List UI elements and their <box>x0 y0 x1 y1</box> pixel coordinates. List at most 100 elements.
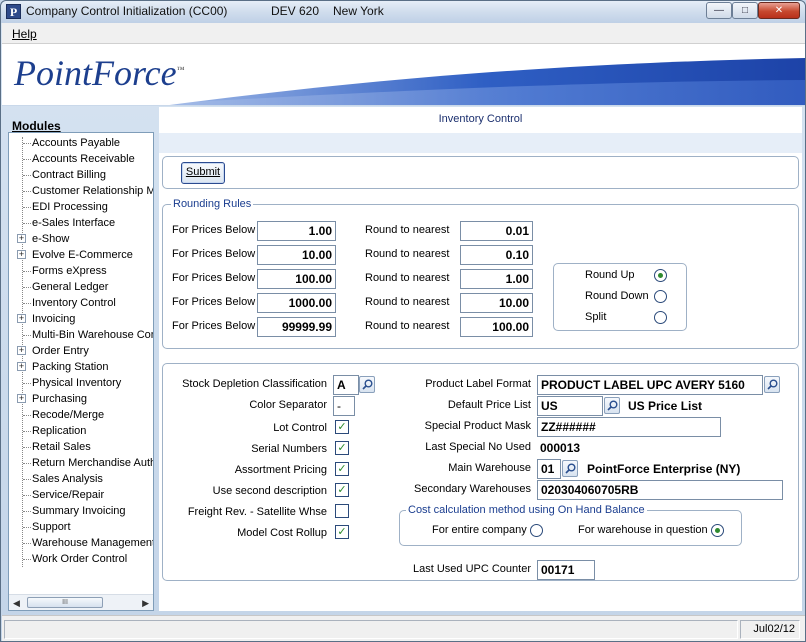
rounding-mode-round-down-radio[interactable] <box>654 290 667 303</box>
sidebar-item-support[interactable]: Support <box>9 519 153 535</box>
round-nearest-input[interactable]: 1.00 <box>460 269 533 289</box>
product-label-format-label: Product Label Format <box>425 378 531 390</box>
sidebar-item-multi-bin-warehouse-control[interactable]: Multi-Bin Warehouse Control <box>9 327 153 343</box>
color-separator-input[interactable]: - <box>333 396 355 416</box>
expand-icon[interactable]: + <box>17 362 26 371</box>
secondary-warehouses-label: Secondary Warehouses <box>414 483 531 495</box>
modules-horizontal-scrollbar[interactable]: ◀ III ▶ <box>9 594 153 610</box>
sidebar-item-summary-invoicing[interactable]: Summary Invoicing <box>9 503 153 519</box>
sidebar-item-label: Accounts Receivable <box>32 153 135 165</box>
price-threshold-label: For Prices Below <box>172 224 256 236</box>
rounding-mode-split-radio[interactable] <box>654 311 667 324</box>
app-window: P Company Control Initialization (CC00) … <box>0 0 806 642</box>
sidebar-item-accounts-payable[interactable]: Accounts Payable <box>9 135 153 151</box>
menu-help[interactable]: Help <box>12 27 37 41</box>
scroll-right-icon[interactable]: ▶ <box>142 598 149 609</box>
sidebar-item-label: Replication <box>32 425 87 437</box>
default-price-list-input[interactable]: US <box>537 396 603 416</box>
sidebar-item-inventory-control[interactable]: Inventory Control <box>9 295 153 311</box>
sidebar-item-label: e-Show <box>32 233 70 245</box>
expand-icon[interactable]: + <box>17 314 26 323</box>
serial-numbers-label: Serial Numbers <box>251 443 327 455</box>
sidebar-item-packing-station[interactable]: + Packing Station <box>9 359 153 375</box>
sidebar-item-replication[interactable]: Replication <box>9 423 153 439</box>
sidebar-item-label: Packing Station <box>32 361 109 373</box>
rounding-mode-round-up-radio[interactable] <box>654 269 667 282</box>
sidebar-item-order-entry[interactable]: + Order Entry <box>9 343 153 359</box>
sidebar-item-e-show[interactable]: + e-Show <box>9 231 153 247</box>
product-label-format-lookup-button[interactable] <box>764 376 780 393</box>
round-nearest-input[interactable]: 0.10 <box>460 245 533 265</box>
price-threshold-input[interactable]: 10.00 <box>257 245 336 265</box>
minimize-button[interactable]: — <box>706 2 732 19</box>
default-price-list-lookup-button[interactable] <box>604 397 620 414</box>
sidebar-item-label: General Ledger <box>32 281 109 293</box>
special-product-mask-input[interactable]: ZZ###### <box>537 417 721 437</box>
maximize-button[interactable]: □ <box>732 2 758 19</box>
lot-control-checkbox[interactable]: ✓ <box>335 420 349 434</box>
secondary-warehouses-input[interactable]: 020304060705RB <box>537 480 783 500</box>
sidebar-item-service-repair[interactable]: Service/Repair <box>9 487 153 503</box>
sidebar-item-edi-processing[interactable]: EDI Processing <box>9 199 153 215</box>
sidebar-item-invoicing[interactable]: + Invoicing <box>9 311 153 327</box>
price-threshold-input[interactable]: 1.00 <box>257 221 336 241</box>
close-button[interactable]: ✕ <box>758 2 800 19</box>
cost-calculation-group: Cost calculation method using On Hand Ba… <box>399 504 742 546</box>
round-nearest-input[interactable]: 100.00 <box>460 317 533 337</box>
sidebar-item-forms-express[interactable]: Forms eXpress <box>9 263 153 279</box>
menu-bar: Help <box>2 23 805 44</box>
tree-branch-line <box>23 479 31 480</box>
cost-option-warehouse-radio[interactable] <box>711 524 724 537</box>
model-cost-rollup-checkbox[interactable]: ✓ <box>335 525 349 539</box>
sidebar-item-label: Summary Invoicing <box>32 505 126 517</box>
expand-icon[interactable]: + <box>17 346 26 355</box>
use-second-description-checkbox[interactable]: ✓ <box>335 483 349 497</box>
sidebar-item-retail-sales[interactable]: Retail Sales <box>9 439 153 455</box>
tree-branch-line <box>23 223 31 224</box>
expand-icon[interactable]: + <box>17 234 26 243</box>
main-warehouse-input[interactable]: 01 <box>537 459 561 479</box>
close-icon: ✕ <box>774 5 784 16</box>
round-nearest-input[interactable]: 10.00 <box>460 293 533 313</box>
sidebar-item-return-merchandise-authorization[interactable]: Return Merchandise Authorization <box>9 455 153 471</box>
sidebar-item-sales-analysis[interactable]: Sales Analysis <box>9 471 153 487</box>
expand-icon[interactable]: + <box>17 394 26 403</box>
scroll-left-icon[interactable]: ◀ <box>13 598 20 609</box>
sidebar-item-customer-relationship-mgmt[interactable]: Customer Relationship Mgmt <box>9 183 153 199</box>
stock-depletion-lookup-button[interactable] <box>359 376 375 393</box>
sidebar-item-e-sales-interface[interactable]: e-Sales Interface <box>9 215 153 231</box>
submit-button[interactable]: Submit <box>181 162 225 184</box>
scrollbar-thumb[interactable]: III <box>27 597 103 608</box>
assortment-pricing-checkbox[interactable]: ✓ <box>335 462 349 476</box>
tree-branch-line <box>23 543 31 544</box>
stock-depletion-input[interactable]: A <box>333 375 359 395</box>
sidebar-item-label: EDI Processing <box>32 201 108 213</box>
stock-depletion-label: Stock Depletion Classification <box>182 378 327 390</box>
sidebar-item-general-ledger[interactable]: General Ledger <box>9 279 153 295</box>
sidebar-item-evolve-e-commerce[interactable]: + Evolve E-Commerce <box>9 247 153 263</box>
sidebar-item-recode-merge[interactable]: Recode/Merge <box>9 407 153 423</box>
main-warehouse-lookup-button[interactable] <box>562 460 578 477</box>
sidebar-item-accounts-receivable[interactable]: Accounts Receivable <box>9 151 153 167</box>
round-nearest-label: Round to nearest <box>365 296 450 308</box>
round-nearest-input[interactable]: 0.01 <box>460 221 533 241</box>
environment-label: DEV 620 <box>271 4 320 18</box>
sidebar-item-label: Customer Relationship Mgmt <box>32 185 153 197</box>
price-threshold-input[interactable]: 100.00 <box>257 269 336 289</box>
last-upc-counter-input[interactable]: 00171 <box>537 560 595 580</box>
sidebar-item-physical-inventory[interactable]: Physical Inventory <box>9 375 153 391</box>
serial-numbers-checkbox[interactable]: ✓ <box>335 441 349 455</box>
cost-option-company-radio[interactable] <box>530 524 543 537</box>
checkmark-icon: ✓ <box>337 463 347 475</box>
expand-icon[interactable]: + <box>17 250 26 259</box>
sidebar-item-warehouse-management[interactable]: Warehouse Management <box>9 535 153 551</box>
last-special-no-label: Last Special No Used <box>425 441 531 453</box>
price-threshold-input[interactable]: 99999.99 <box>257 317 336 337</box>
cost-option-company-label: For entire company <box>432 524 527 536</box>
sidebar-item-purchasing[interactable]: + Purchasing <box>9 391 153 407</box>
sidebar-item-work-order-control[interactable]: Work Order Control <box>9 551 153 567</box>
freight-rev-satellite-whse-checkbox[interactable] <box>335 504 349 518</box>
product-label-format-input[interactable]: PRODUCT LABEL UPC AVERY 5160 <box>537 375 763 395</box>
price-threshold-input[interactable]: 1000.00 <box>257 293 336 313</box>
sidebar-item-contract-billing[interactable]: Contract Billing <box>9 167 153 183</box>
